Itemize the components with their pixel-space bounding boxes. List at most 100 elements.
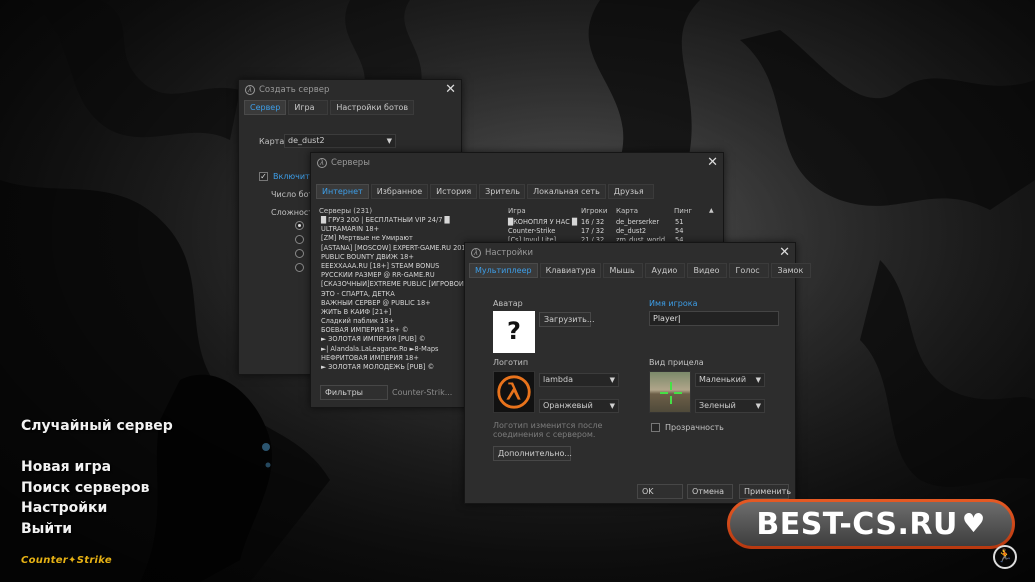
tab-lan[interactable]: Локальная сеть (527, 184, 606, 199)
enable-bots-checkbox[interactable]: ✓ (259, 172, 268, 181)
row2-map: zm_dust_world (616, 236, 666, 241)
logo-select[interactable]: lambda ▼ (539, 373, 619, 387)
create-server-title: Создать сервер (259, 85, 330, 95)
settings-window: λ Настройки ✕ Мультиплеер Клавиатура Мыш… (464, 242, 812, 504)
header-game[interactable]: Игра (508, 207, 526, 215)
badge-text: BEST-CS.RU (756, 506, 958, 542)
scroll-up-icon[interactable]: ▲ (709, 207, 714, 214)
table-row[interactable]: ULTRAMARIN 18+ (318, 225, 466, 234)
tab-audio[interactable]: Аудио (645, 263, 686, 278)
header-servers[interactable]: Серверы (231) (319, 207, 372, 215)
difficulty-radio-1[interactable] (295, 235, 304, 244)
player-name-input[interactable]: Player| (649, 311, 779, 326)
close-icon[interactable]: ✕ (445, 82, 456, 97)
best-cs-badge: BEST-CS.RU ♥ (727, 499, 1015, 549)
tab-keyboard[interactable]: Клавиатура (539, 263, 602, 278)
menu-new-game[interactable]: Новая игра (21, 459, 111, 475)
tab-history[interactable]: История (430, 184, 478, 199)
map-label: Карта (259, 137, 285, 146)
menu-quit[interactable]: Выйти (21, 521, 72, 537)
header-map[interactable]: Карта (616, 207, 638, 215)
logo-part2: Strike (76, 555, 112, 566)
servers-tabs: Интернет Избранное История Зритель Локал… (316, 184, 654, 199)
servers-title-bar: λ Серверы (317, 158, 370, 168)
tab-internet[interactable]: Интернет (316, 184, 369, 199)
close-icon[interactable]: ✕ (779, 245, 790, 260)
map-select[interactable]: de_dust2 ▼ (284, 134, 396, 148)
header-ping[interactable]: Пинг (674, 207, 692, 215)
header-players[interactable]: Игроки (581, 207, 607, 215)
upload-button[interactable]: Загрузить... (539, 312, 595, 327)
crosshair-size-value: Маленький (699, 375, 747, 384)
tab-voice[interactable]: Голос (729, 263, 770, 278)
crosshair-color-select[interactable]: Зеленый ▼ (695, 399, 765, 413)
cancel-button[interactable]: Отмена (687, 484, 733, 499)
table-row[interactable]: ► ЗОЛОТАЯ МОЛОДЁЖЬ [PUB] © (318, 363, 466, 372)
logo-hint: Логотип изменится после соединения с сер… (493, 421, 603, 439)
tab-server[interactable]: Сервер (244, 100, 287, 115)
logo-color-select[interactable]: Оранжевый ▼ (539, 399, 619, 413)
logo-label: Логотип (493, 358, 529, 367)
row0-players: 16 / 32 (581, 218, 605, 226)
servers-title: Серверы (331, 158, 370, 168)
crosshair-size-select[interactable]: Маленький ▼ (695, 373, 765, 387)
transparency-checkbox[interactable] (651, 423, 660, 432)
tab-lock[interactable]: Замок (771, 263, 812, 278)
tab-multiplayer[interactable]: Мультиплеер (469, 263, 538, 278)
server-list: █ ГРУЗ 200 | БЕСПЛАТНЫЙ VIP 24/7 █ ULTRA… (318, 216, 466, 376)
crosshair-label: Вид прицела (649, 358, 704, 367)
tab-spectate[interactable]: Зритель (479, 184, 526, 199)
tab-bot-settings[interactable]: Настройки ботов (330, 100, 415, 115)
tab-favorites[interactable]: Избранное (370, 184, 429, 199)
tab-game[interactable]: Игра (288, 100, 329, 115)
table-row[interactable]: ►| Alandala.LaLeagane.Ro ►8-Maps (318, 345, 466, 354)
avatar-box[interactable]: ? (493, 311, 535, 353)
create-server-title-bar: λ Создать сервер (245, 85, 329, 95)
tab-video[interactable]: Видео (687, 263, 728, 278)
map-value: de_dust2 (288, 136, 325, 145)
menu-find-servers[interactable]: Поиск серверов (21, 480, 150, 496)
difficulty-radio-0[interactable] (295, 221, 304, 230)
crosshair-line (670, 382, 672, 390)
menu-random-server[interactable]: Случайный сервер (21, 418, 173, 434)
tab-friends[interactable]: Друзья (607, 184, 654, 199)
filter-status: Counter-Strik... (392, 388, 453, 397)
cs-player-icon[interactable]: 🏃 (993, 545, 1017, 569)
table-row[interactable]: █ ГРУЗ 200 | БЕСПЛАТНЫЙ VIP 24/7 █ (318, 216, 466, 225)
logo-swoosh-icon: ✦ (68, 555, 77, 566)
difficulty-radio-2[interactable] (295, 249, 304, 258)
table-row[interactable]: EEEXXAAA.RU [18+] STEAM BONUS (318, 262, 466, 271)
tab-mouse[interactable]: Мышь (603, 263, 644, 278)
table-row[interactable]: [ASTANA] [MOSCOW] EXPERT-GAME.RU 2015-2 (318, 244, 466, 253)
apply-button[interactable]: Применить (739, 484, 791, 499)
table-row[interactable]: ВАЖНЫЙ СЕРВЕР @ PUBLIC 18+ (318, 299, 466, 308)
player-name-label: Имя игрока (649, 299, 698, 308)
menu-settings[interactable]: Настройки (21, 500, 107, 516)
bot-count-label: Число бот (271, 190, 314, 199)
close-icon[interactable]: ✕ (707, 155, 718, 170)
table-row[interactable]: РУССКИЙ РАЗМЕР @ RR-GAME.RU (318, 271, 466, 280)
crosshair-line (660, 392, 668, 394)
filters-button[interactable]: Фильтры (320, 385, 388, 400)
lambda-icon: λ (471, 248, 481, 258)
chevron-down-icon: ▼ (609, 402, 615, 410)
difficulty-radio-3[interactable] (295, 263, 304, 272)
table-row[interactable]: [СКАЗОЧНЫЙ]EXTREME PUBLIC [ИГРОВОЙ ВА (318, 280, 466, 289)
table-row[interactable]: БОЕВАЯ ИМПЕРИЯ 18+ © (318, 326, 466, 335)
settings-tabs: Мультиплеер Клавиатура Мышь Аудио Видео … (469, 263, 812, 278)
advanced-button[interactable]: Дополнительно... (493, 446, 572, 461)
lambda-icon: λ (317, 158, 327, 168)
table-row[interactable]: ЖИТЬ В КАЙФ [21+] (318, 308, 466, 317)
avatar-label: Аватар (493, 299, 523, 308)
row0-ping: 51 (675, 218, 684, 226)
table-row[interactable]: [ZM] Мертвые не Умирают (318, 234, 466, 243)
row0-game: █КОНОПЛЯ У НАС █ (508, 218, 578, 226)
table-row[interactable]: НЕФРИТОВАЯ ИМПЕРИЯ 18+ (318, 354, 466, 363)
ok-button[interactable]: OK (637, 484, 683, 499)
crosshair-line (670, 396, 672, 404)
logo-select-value: lambda (543, 375, 573, 384)
table-row[interactable]: ► ЗОЛОТАЯ ИМПЕРИЯ [PUB] © (318, 335, 466, 344)
table-row[interactable]: Сладкий паблик 18+ (318, 317, 466, 326)
table-row[interactable]: PUBLIC BOUNTY ДВИЖ 18+ (318, 253, 466, 262)
table-row[interactable]: ЭТО - СПАРТА, ДЕТКА (318, 290, 466, 299)
